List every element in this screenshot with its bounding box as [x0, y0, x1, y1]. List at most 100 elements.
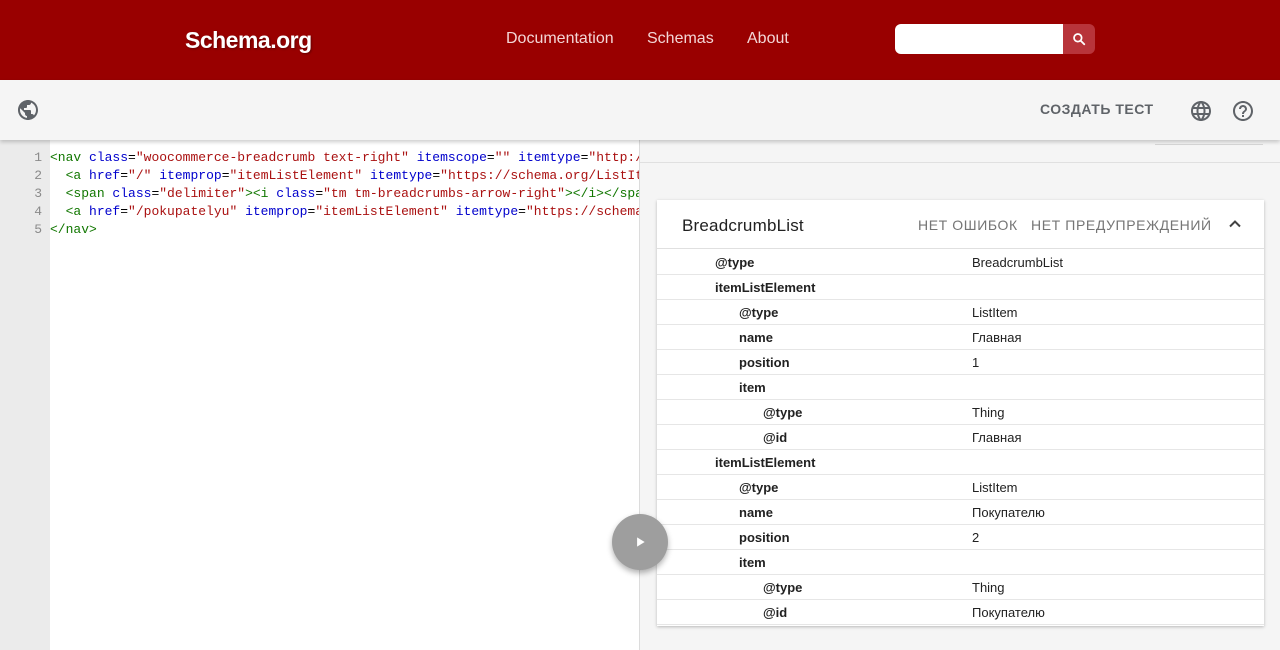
property-name: item: [739, 555, 766, 570]
property-name: @id: [763, 605, 788, 620]
card-title: BreadcrumbList: [682, 216, 804, 235]
code-token: <a: [65, 204, 90, 219]
code-token: itemtype: [455, 204, 519, 219]
property-value: 1: [972, 355, 980, 370]
code-token: <nav: [50, 150, 90, 165]
property-value: Покупателю: [972, 605, 1045, 620]
results-panel: BreadcrumbList НЕТ ОШИБОК НЕТ ПРЕДУПРЕЖД…: [640, 140, 1280, 650]
code-line: <nav class="woocommerce-breadcrumb text-…: [50, 149, 639, 167]
run-test-button[interactable]: [612, 514, 668, 570]
code-token: "https://schema.org/ListItem": [525, 204, 639, 219]
line-number: 5: [34, 222, 42, 237]
code-token: "https://schema.org/ListItem": [440, 168, 639, 183]
line-number: 3: [34, 186, 42, 201]
editor-gutter: 1 2 3 4 5: [0, 140, 50, 650]
property-name: @id: [763, 430, 788, 445]
nav-about[interactable]: About: [747, 30, 789, 48]
property-name: position: [739, 530, 790, 545]
result-row: name Покупателю: [657, 500, 1264, 525]
code-editor[interactable]: <nav class="woocommerce-breadcrumb text-…: [50, 140, 640, 650]
property-name: @type: [763, 580, 803, 595]
search-input[interactable]: [895, 24, 1064, 54]
code-token: itemprop: [245, 204, 308, 219]
breadcrumblist-card: BreadcrumbList НЕТ ОШИБОК НЕТ ПРЕДУПРЕЖД…: [657, 200, 1264, 626]
property-value: ListItem: [972, 305, 1018, 320]
code-token: "/": [128, 168, 152, 183]
warnings-status: НЕТ ПРЕДУПРЕЖДЕНИЙ: [1031, 217, 1212, 233]
result-row: @type BreadcrumbList: [657, 250, 1264, 275]
property-name: item: [739, 380, 766, 395]
results-divider: [640, 162, 1280, 163]
property-name: name: [739, 505, 773, 520]
line-number: 4: [34, 204, 42, 219]
create-test-button[interactable]: СОЗДАТЬ ТЕСТ: [1040, 101, 1154, 117]
property-name: @type: [739, 305, 779, 320]
top-header: Schema.org Documentation Schemas About: [0, 0, 1280, 80]
code-token: "tm tm-breadcrumbs-arrow-right": [323, 186, 565, 201]
search-icon: [1073, 33, 1086, 46]
property-value: Покупателю: [972, 505, 1045, 520]
schema-org-logo[interactable]: Schema.org: [185, 27, 312, 54]
property-value: ListItem: [972, 480, 1018, 495]
code-token: <a: [65, 168, 90, 183]
property-value: Главная: [972, 430, 1022, 445]
code-token: class: [276, 186, 316, 201]
code-token: </nav>: [50, 222, 97, 237]
code-token: "": [494, 150, 511, 165]
code-line: <span class="delimiter"><i class="tm tm-…: [50, 185, 639, 203]
result-row: @id Покупателю: [657, 600, 1264, 625]
code-token: href: [89, 204, 121, 219]
public-globe-icon[interactable]: [16, 98, 40, 122]
code-token: =: [518, 204, 526, 219]
code-token: "http://schema.org/BreadcrumbList": [588, 150, 639, 165]
result-row: @type ListItem: [657, 475, 1264, 500]
result-row: @type Thing: [657, 575, 1264, 600]
results-header-underline: [1155, 140, 1263, 145]
code-line: <a href="/" itemprop="itemListElement" i…: [50, 167, 639, 185]
search-button[interactable]: [1063, 24, 1095, 54]
help-icon[interactable]: [1231, 99, 1255, 123]
result-row: position 1: [657, 350, 1264, 375]
code-token: itemscope: [416, 150, 487, 165]
result-row: name Главная: [657, 325, 1264, 350]
result-row: @type ListItem: [657, 300, 1264, 325]
code-token: =: [128, 150, 136, 165]
code-token: =: [486, 150, 495, 165]
code-token: =: [315, 186, 324, 201]
property-name: @type: [739, 480, 779, 495]
code-token: <span: [65, 186, 113, 201]
result-row: item: [657, 550, 1264, 575]
property-name: itemListElement: [715, 455, 816, 470]
property-value: Главная: [972, 330, 1022, 345]
property-value: Thing: [972, 580, 1005, 595]
card-header[interactable]: BreadcrumbList НЕТ ОШИБОК НЕТ ПРЕДУПРЕЖД…: [657, 200, 1264, 249]
property-value: BreadcrumbList: [972, 255, 1064, 270]
code-token: "/pokupatelyu": [128, 204, 238, 219]
property-value: Thing: [972, 405, 1005, 420]
code-token: class: [89, 150, 129, 165]
language-icon[interactable]: [1189, 99, 1213, 123]
code-token: =: [432, 168, 441, 183]
result-row: @id Главная: [657, 425, 1264, 450]
code-token: ><i: [245, 186, 277, 201]
property-name: @type: [763, 405, 803, 420]
code-token: itemtype: [518, 150, 581, 165]
nav-schemas[interactable]: Schemas: [647, 30, 714, 48]
result-row: item: [657, 375, 1264, 400]
result-row: @type Thing: [657, 400, 1264, 425]
line-number: 1: [34, 150, 42, 165]
nav-documentation[interactable]: Documentation: [506, 30, 614, 48]
play-icon: [637, 537, 645, 547]
code-token: =: [120, 204, 129, 219]
chevron-up-icon[interactable]: [1225, 214, 1245, 234]
code-token: href: [89, 168, 121, 183]
code-token: itemprop: [159, 168, 222, 183]
